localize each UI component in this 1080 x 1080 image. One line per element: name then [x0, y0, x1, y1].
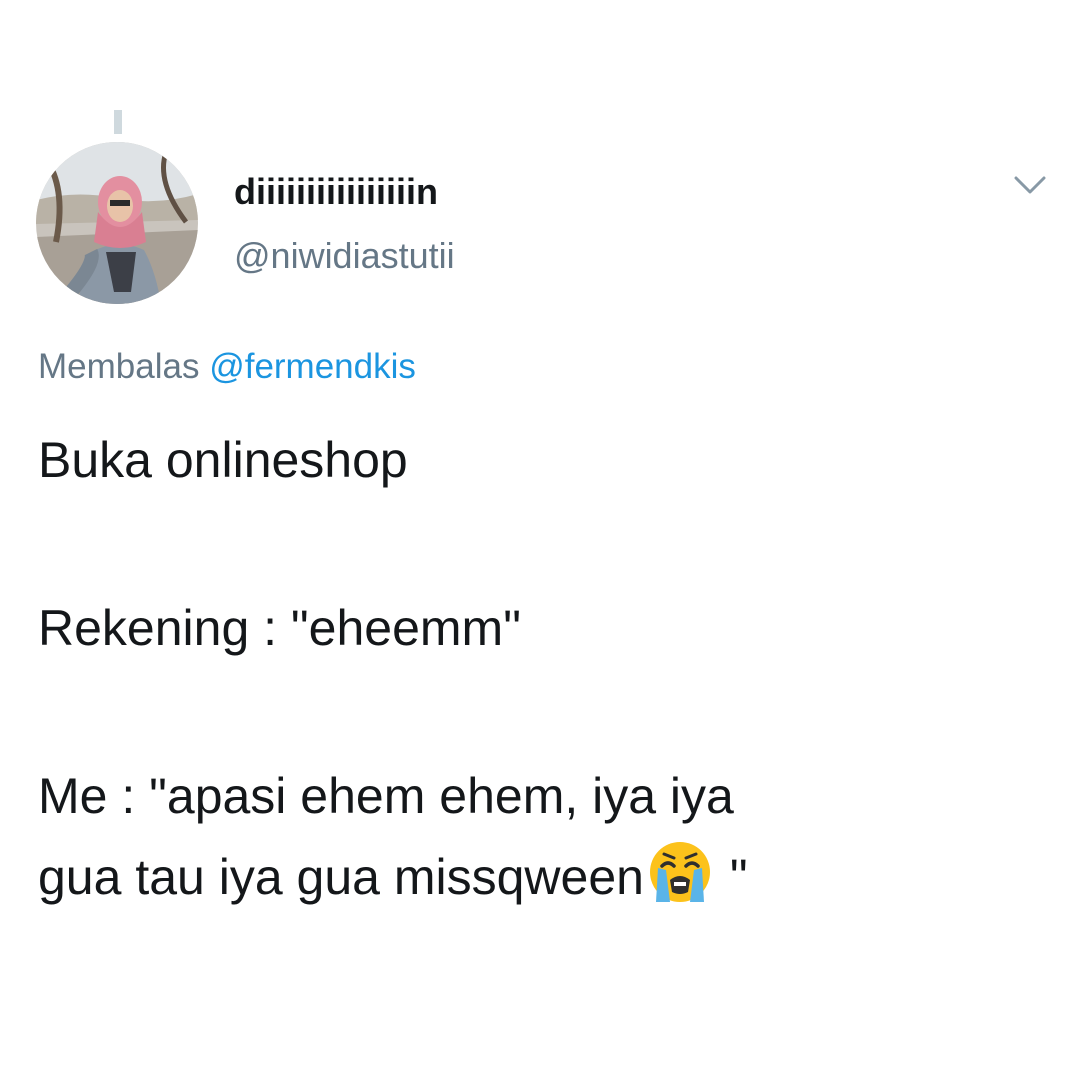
reply-context: Membalas @fermendkis: [38, 344, 416, 390]
user-identity[interactable]: diiiiiiiiiiiiiiiin @niwidiastutii: [234, 170, 455, 278]
chevron-down-icon[interactable]: [1010, 170, 1050, 200]
closing-quote: ": [715, 849, 748, 905]
thread-connector-line: [114, 110, 122, 134]
avatar[interactable]: [36, 142, 198, 304]
tweet-line: Buka onlineshop: [38, 432, 408, 488]
display-name[interactable]: diiiiiiiiiiiiiiiin: [234, 170, 455, 214]
tweet-line-last: gua tau iya gua missqween ": [38, 836, 1048, 917]
tweet-line: Rekening : "eheemm": [38, 600, 521, 656]
reply-prefix: Membalas: [38, 347, 200, 386]
tweet-line: Me : "apasi ehem ehem, iya iya: [38, 768, 734, 824]
user-handle[interactable]: @niwidiastutii: [234, 234, 455, 278]
loudly-crying-face-emoji: [644, 836, 716, 908]
avatar-photo: [36, 142, 198, 304]
tweet-text: Buka onlineshop Rekening : "eheemm" Me :…: [38, 420, 1048, 917]
tweet-line: gua tau iya gua missqween: [38, 849, 644, 905]
reply-mention-link[interactable]: @fermendkis: [209, 347, 416, 386]
